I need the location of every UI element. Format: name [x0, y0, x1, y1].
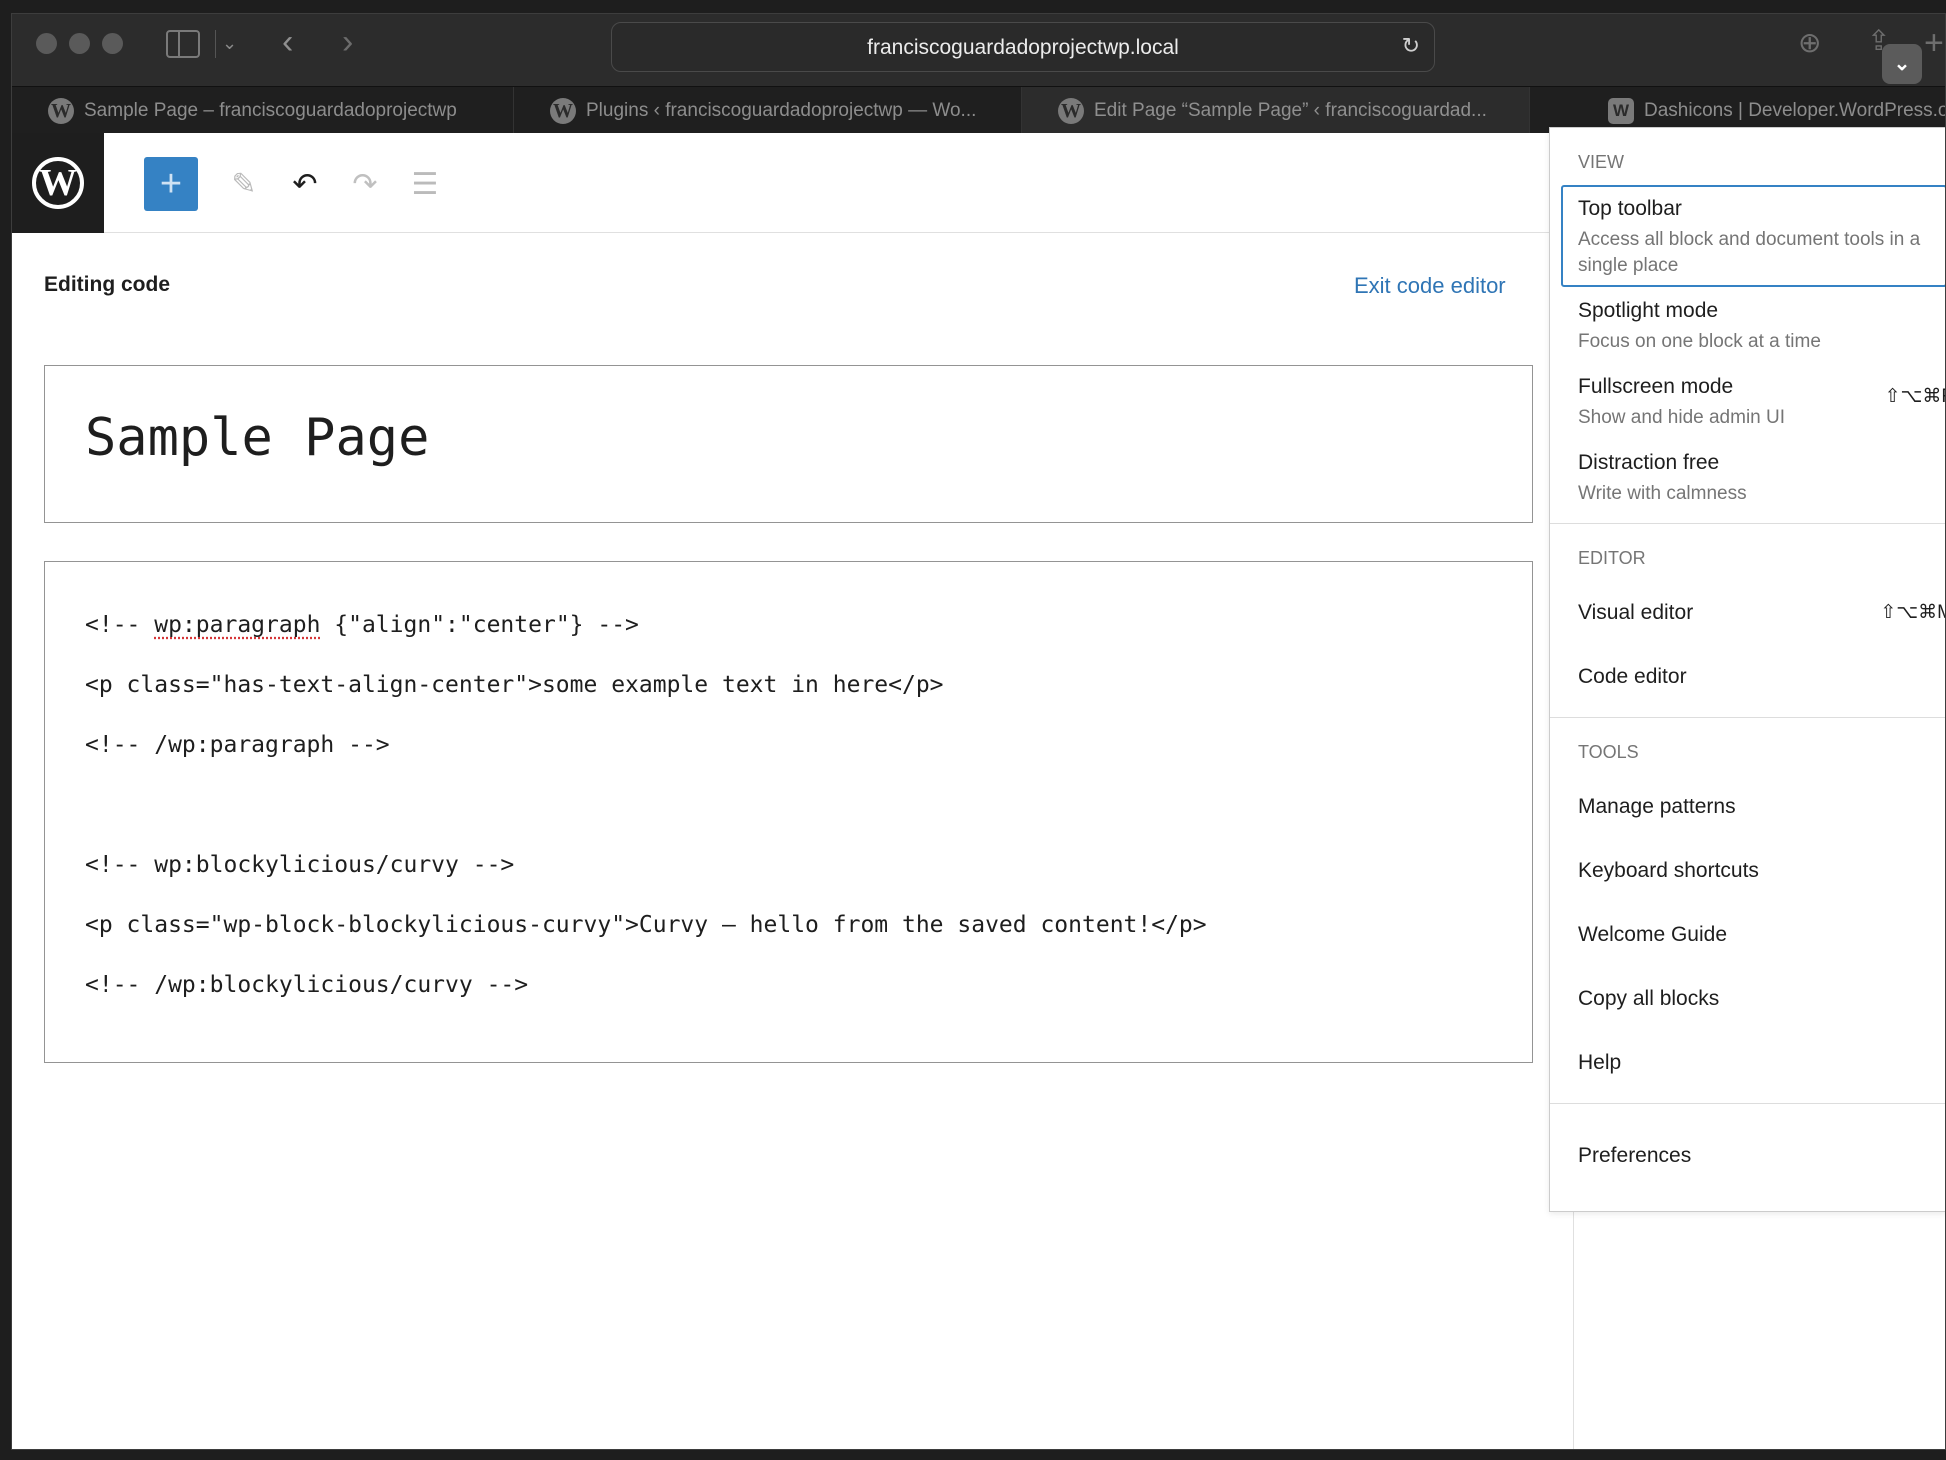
code-line[interactable]: <!-- /wp:paragraph -->	[85, 730, 1207, 790]
menu-group-view: VIEW Top toolbar Access all block and do…	[1550, 128, 1945, 524]
group-label: TOOLS	[1578, 742, 1639, 762]
browser-window: ⌄ ‹ › franciscoguardadoprojectwp.local ↻…	[11, 13, 1946, 1450]
code-text: <!--	[85, 612, 155, 638]
block-inserter-button[interactable]: +	[144, 157, 198, 211]
tab-plugins[interactable]: W Plugins ‹ franciscoguardadoprojectwp —…	[514, 87, 1022, 134]
menu-item-label: Copy all blocks	[1578, 987, 1720, 1010]
group-label: VIEW	[1578, 152, 1625, 172]
menu-item-label: Keyboard shortcuts	[1578, 859, 1759, 882]
wordpress-icon: W	[32, 157, 84, 209]
code-text: {"align":"center"} -->	[320, 612, 639, 638]
menu-item-label: Help	[1578, 1051, 1622, 1074]
options-menu: VIEW Top toolbar Access all block and do…	[1549, 127, 1946, 1212]
chevron-down-icon[interactable]: ⌄	[1882, 44, 1922, 84]
minimize-window-button[interactable]	[69, 33, 90, 54]
editing-code-label: Editing code	[44, 273, 170, 296]
menu-item-label: Spotlight mode	[1578, 299, 1719, 322]
tab-label: Sample Page – franciscoguardadoprojectwp	[84, 99, 457, 121]
menu-item-distraction-free[interactable]: Distraction free Write with calmness	[1561, 439, 1945, 515]
undo-icon: ↶	[292, 167, 318, 201]
menu-item-copy-all-blocks[interactable]: Copy all blocks	[1561, 967, 1945, 1031]
menu-item-welcome-guide[interactable]: Welcome Guide	[1561, 903, 1945, 967]
menu-item-label: Distraction free	[1578, 451, 1720, 474]
group-label: EDITOR	[1578, 548, 1646, 568]
tab-label: Dashicons | Developer.WordPress.org	[1644, 99, 1946, 121]
tab-label: Plugins ‹ franciscoguardadoprojectwp — W…	[586, 99, 977, 121]
menu-item-label: Manage patterns	[1578, 795, 1736, 818]
download-icon[interactable]: ⊕	[1798, 28, 1821, 58]
reload-icon[interactable]: ↻	[1402, 33, 1420, 59]
chevron-left-icon[interactable]: ‹	[282, 25, 293, 59]
menu-item-keyboard-shortcuts[interactable]: Keyboard shortcuts	[1561, 839, 1945, 903]
menu-item-label: Welcome Guide	[1578, 923, 1728, 946]
code-text: <!-- /wp:blockylicious/curvy -->	[85, 972, 529, 998]
code-line[interactable]: <p class="wp-block-blockylicious-curvy">…	[85, 910, 1207, 970]
code-line[interactable]: <p class="has-text-align-center">some ex…	[85, 670, 1207, 730]
post-title-input[interactable]: Sample Page	[44, 365, 1533, 523]
shortcut-label: ⇧⌥⌘F	[1884, 386, 1945, 407]
wordpress-icon: W	[550, 97, 576, 124]
pencil-icon: ✎	[231, 167, 257, 201]
code-line[interactable]: <!-- wp:paragraph {"align":"center"} -->	[85, 610, 1207, 670]
plus-icon: +	[159, 162, 183, 205]
menu-item-spotlight-mode[interactable]: Spotlight mode Focus on one block at a t…	[1561, 287, 1945, 363]
menu-item-description: Show and hide admin UI	[1578, 407, 1786, 428]
menu-item-code-editor[interactable]: Code editor	[1561, 645, 1945, 709]
chevron-right-icon[interactable]: ›	[342, 25, 353, 59]
code-line[interactable]: <!-- wp:blockylicious/curvy -->	[85, 850, 1207, 910]
window-controls	[36, 33, 123, 54]
misspelled-word: wp:paragraph	[154, 612, 321, 638]
code-line[interactable]	[85, 790, 1207, 850]
divider	[215, 30, 216, 58]
code-lines[interactable]: <!-- wp:paragraph {"align":"center"} -->…	[85, 610, 1207, 1030]
close-window-button[interactable]	[36, 33, 57, 54]
shortcut-label: ⇧⌥⌘M	[1880, 602, 1946, 623]
menu-item-description: Focus on one block at a time	[1578, 331, 1821, 352]
menu-item-description: Access all block and document tools in a…	[1578, 229, 1921, 276]
tab-sample-page[interactable]: W Sample Page – franciscoguardadoproject…	[12, 87, 514, 134]
address-bar[interactable]: franciscoguardadoprojectwp.local ↻	[611, 22, 1435, 72]
tab-bar: W Sample Page – franciscoguardadoproject…	[12, 86, 1946, 134]
menu-item-preferences[interactable]: Preferences	[1561, 1124, 1945, 1188]
exit-code-editor-button[interactable]: Exit code editor	[1354, 273, 1506, 299]
menu-group-tools: TOOLS Manage patterns Keyboard shortcuts…	[1550, 718, 1945, 1104]
code-editor-area: Editing code Exit code editor Sample Pag…	[12, 233, 1572, 1449]
wordpress-icon: W	[48, 97, 74, 124]
tools-button[interactable]: ✎	[217, 157, 271, 211]
menu-item-manage-patterns[interactable]: Manage patterns	[1561, 775, 1945, 839]
menu-item-visual-editor[interactable]: Visual editor ⇧⌥⌘M	[1561, 581, 1946, 645]
code-text: <p class="has-text-align-center">some ex…	[85, 672, 944, 698]
menu-item-label: Code editor	[1578, 665, 1687, 688]
document-overview-button[interactable]: ☰	[398, 157, 452, 211]
zoom-window-button[interactable]	[102, 33, 123, 54]
redo-icon: ↷	[352, 167, 378, 201]
plus-icon[interactable]: +	[1924, 26, 1944, 60]
menu-item-help[interactable]: Help	[1561, 1031, 1945, 1095]
code-text: <!-- /wp:paragraph -->	[85, 732, 390, 758]
undo-button[interactable]: ↶	[278, 157, 332, 211]
wordpress-logo-button[interactable]: W	[12, 133, 104, 233]
code-text: <p class="wp-block-blockylicious-curvy">…	[85, 912, 1207, 938]
w-square-icon: W	[1608, 97, 1634, 124]
tab-label: Edit Page “Sample Page” ‹ franciscoguard…	[1094, 99, 1487, 121]
redo-button[interactable]: ↷	[338, 157, 392, 211]
menu-item-label: Top toolbar	[1578, 197, 1682, 220]
post-title-text[interactable]: Sample Page	[85, 408, 429, 468]
code-text: <!-- wp:blockylicious/curvy -->	[85, 852, 515, 878]
chevron-down-icon[interactable]: ⌄	[222, 28, 237, 58]
menu-group-editor: EDITOR Visual editor ⇧⌥⌘M Code editor	[1550, 524, 1946, 718]
menu-item-label: Preferences	[1578, 1144, 1692, 1167]
menu-item-description: Write with calmness	[1578, 483, 1747, 504]
code-textarea[interactable]: <!-- wp:paragraph {"align":"center"} -->…	[44, 561, 1533, 1063]
sidebar-icon[interactable]	[166, 30, 200, 58]
menu-group-preferences: Preferences	[1550, 1104, 1945, 1196]
menu-item-top-toolbar[interactable]: Top toolbar Access all block and documen…	[1561, 185, 1945, 287]
code-line[interactable]: <!-- /wp:blockylicious/curvy -->	[85, 970, 1207, 1030]
menu-item-fullscreen-mode[interactable]: Fullscreen mode Show and hide admin UI ⇧…	[1561, 363, 1945, 439]
url-text[interactable]: franciscoguardadoprojectwp.local	[612, 36, 1434, 60]
list-view-icon: ☰	[411, 167, 439, 201]
wordpress-icon: W	[1058, 97, 1084, 124]
browser-toolbar: ⌄ ‹ › franciscoguardadoprojectwp.local ↻…	[12, 14, 1945, 86]
tab-edit-page[interactable]: W Edit Page “Sample Page” ‹ franciscogua…	[1022, 87, 1530, 134]
